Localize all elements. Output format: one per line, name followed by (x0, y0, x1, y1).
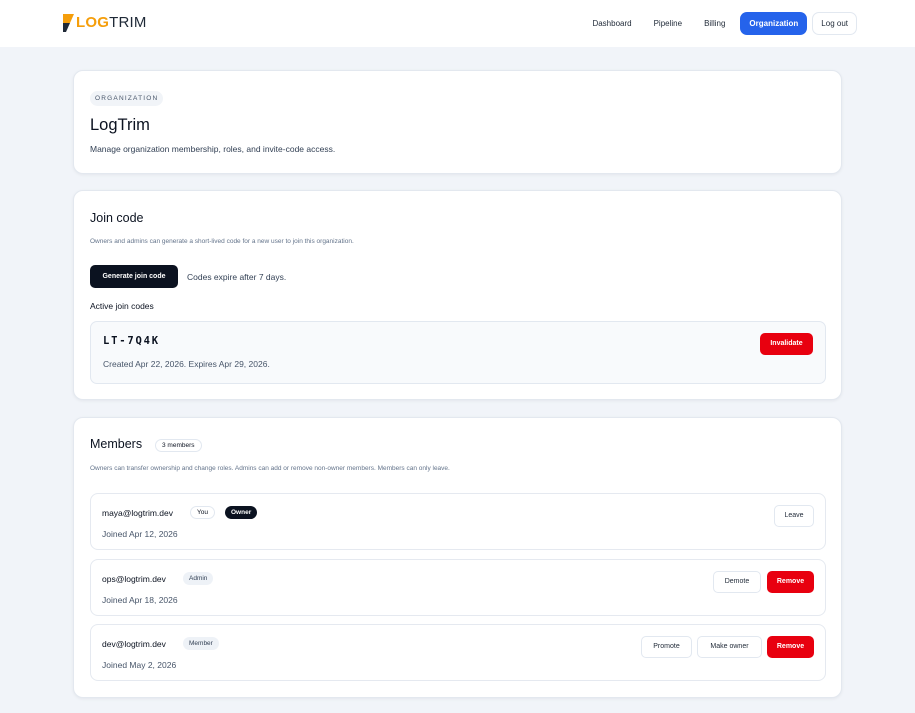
section-eyebrow: ORGANIZATION (90, 91, 164, 106)
member-row: maya@logtrim.dev You Owner Joined Apr 12… (90, 493, 826, 550)
role-badge-member: Member (183, 637, 219, 650)
nav-billing[interactable]: Billing (693, 12, 736, 35)
top-nav-bar: LOGTRIM Dashboard Pipeline Billing Organ… (0, 0, 915, 47)
active-join-codes-label: Active join codes (90, 301, 154, 311)
logtrim-logo-icon (63, 14, 74, 32)
page-description: Manage organization membership, roles, a… (90, 144, 336, 154)
leave-button[interactable]: Leave (774, 505, 814, 527)
join-code-description: Owners and admins can generate a short-l… (90, 238, 354, 245)
demote-button[interactable]: Demote (713, 571, 761, 593)
join-code-title: Join code (90, 211, 144, 225)
member-joined: Joined Apr 12, 2026 (102, 529, 178, 539)
expire-note: Codes expire after 7 days. (187, 272, 287, 282)
member-row: dev@logtrim.dev Member Joined May 2, 202… (90, 624, 826, 681)
role-badge-admin: Admin (183, 572, 214, 585)
join-code-card: Join code Owners and admins can generate… (73, 190, 842, 400)
join-code-item: LT-7Q4K Created Apr 22, 2026. Expires Ap… (90, 321, 826, 384)
join-code-value: LT-7Q4K (103, 335, 160, 347)
member-row: ops@logtrim.dev Admin Joined Apr 18, 202… (90, 559, 826, 616)
make-owner-button[interactable]: Make owner (697, 636, 762, 658)
generate-join-code-button[interactable]: Generate join code (90, 265, 178, 288)
main-nav: Dashboard Pipeline Billing Organization … (581, 12, 857, 35)
organization-card: ORGANIZATION LogTrim Manage organization… (73, 70, 842, 174)
member-email: dev@logtrim.dev (102, 639, 166, 649)
promote-button[interactable]: Promote (641, 636, 692, 658)
nav-pipeline[interactable]: Pipeline (643, 12, 693, 35)
remove-button[interactable]: Remove (767, 636, 814, 658)
logout-button[interactable]: Log out (812, 12, 857, 35)
page-title: LogTrim (90, 116, 150, 134)
members-card: Members 3 members Owners can transfer ow… (73, 417, 842, 698)
member-count-badge: 3 members (155, 439, 202, 452)
nav-dashboard[interactable]: Dashboard (581, 12, 642, 35)
members-title: Members (90, 437, 143, 451)
role-badge-owner: Owner (225, 506, 258, 519)
member-email: maya@logtrim.dev (102, 508, 173, 518)
member-joined: Joined May 2, 2026 (102, 660, 177, 670)
logo[interactable]: LOGTRIM (60, 12, 147, 34)
logo-text-strong: LOG (76, 14, 110, 31)
you-badge: You (190, 506, 215, 519)
remove-button[interactable]: Remove (767, 571, 814, 593)
nav-organization[interactable]: Organization (740, 12, 808, 35)
members-description: Owners can transfer ownership and change… (90, 465, 450, 472)
invalidate-button[interactable]: Invalidate (760, 333, 813, 355)
logo-text: LOGTRIM (76, 12, 147, 34)
member-email: ops@logtrim.dev (102, 574, 166, 584)
join-code-meta: Created Apr 22, 2026. Expires Apr 29, 20… (103, 359, 270, 369)
logo-text-rest: TRIM (109, 14, 147, 31)
member-joined: Joined Apr 18, 2026 (102, 595, 178, 605)
